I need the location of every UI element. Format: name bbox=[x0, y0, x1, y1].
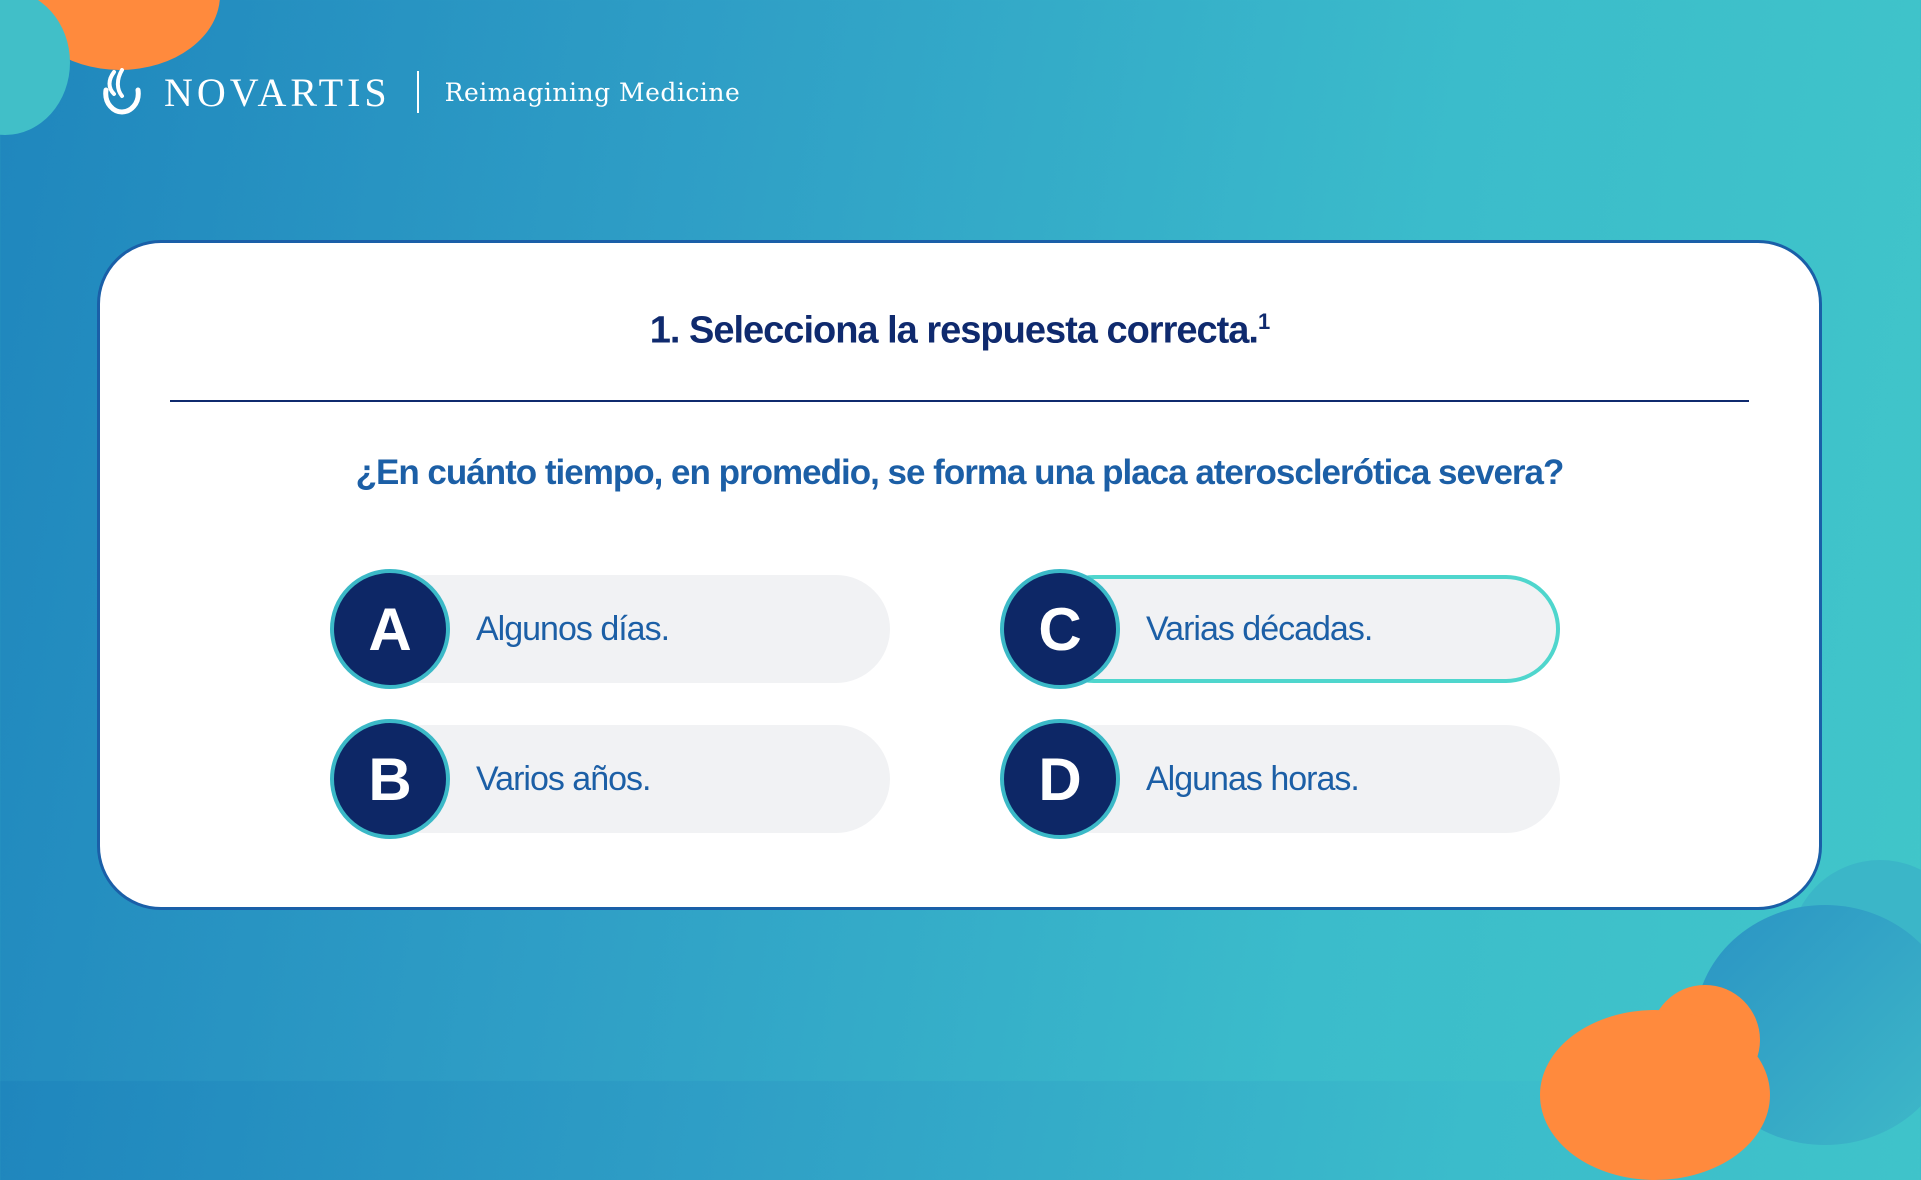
answer-option-a[interactable]: A Algunos días. bbox=[330, 569, 890, 689]
answer-option-d[interactable]: D Algunas horas. bbox=[1000, 719, 1560, 839]
brand-name: NOVARTIS bbox=[164, 69, 391, 115]
brand-header: NOVARTIS Reimagining Medicine bbox=[100, 68, 740, 116]
novartis-flame-icon bbox=[103, 68, 141, 115]
answer-option-letter: B bbox=[330, 719, 450, 839]
quiz-title-footnote: 1 bbox=[1258, 309, 1270, 334]
answer-option-text: Algunos días. bbox=[476, 610, 670, 648]
quiz-title: 1. Selecciona la respuesta correcta.1 bbox=[100, 309, 1819, 353]
answer-option-letter: D bbox=[1000, 719, 1120, 839]
brand-tagline: Reimagining Medicine bbox=[444, 77, 741, 107]
quiz-question: ¿En cuánto tiempo, en promedio, se forma… bbox=[355, 453, 1565, 492]
quiz-title-text: 1. Selecciona la respuesta correcta. bbox=[649, 309, 1259, 352]
brand-separator bbox=[416, 71, 419, 113]
answer-option-text: Algunas horas. bbox=[1146, 760, 1360, 798]
title-divider bbox=[170, 400, 1749, 402]
quiz-card: 1. Selecciona la respuesta correcta.1 ¿E… bbox=[97, 240, 1822, 910]
answer-option-text: Varias décadas. bbox=[1146, 610, 1373, 648]
answer-option-text: Varios años. bbox=[476, 760, 651, 798]
answer-option-b[interactable]: B Varios años. bbox=[330, 719, 890, 839]
answer-option-letter: C bbox=[1000, 569, 1120, 689]
answer-option-c[interactable]: C Varias décadas. bbox=[1000, 569, 1560, 689]
decorative-blob-bottom-right-orange bbox=[1540, 1010, 1770, 1180]
answer-option-letter: A bbox=[330, 569, 450, 689]
